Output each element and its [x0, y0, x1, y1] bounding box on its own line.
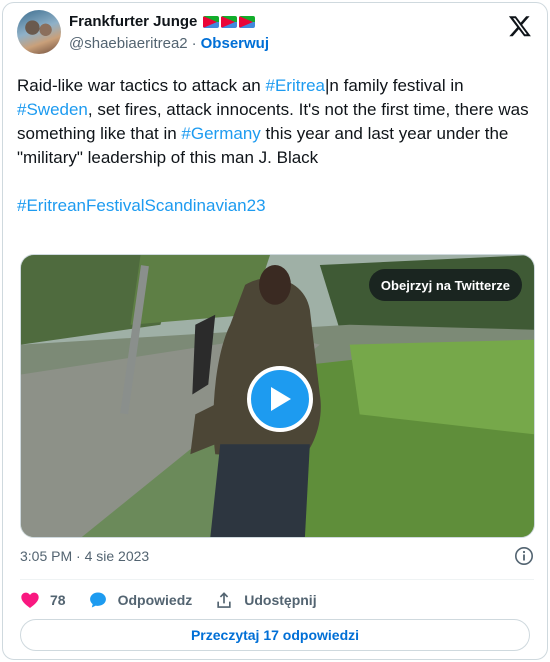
heart-icon	[21, 592, 39, 608]
play-icon	[271, 387, 291, 411]
tweet-actions: 78 Odpowiedz Udostępnij	[20, 588, 339, 612]
tweet-body: Raid-like war tactics to attack an #Erit…	[17, 74, 529, 170]
follow-button[interactable]: Obserwuj	[201, 35, 269, 52]
reply-action[interactable]: Odpowiedz	[88, 590, 193, 610]
play-button[interactable]	[247, 366, 313, 432]
hashtag-link[interactable]: #Sweden	[17, 100, 88, 119]
watch-on-twitter-button[interactable]: Obejrzyj na Twitterze	[368, 269, 522, 301]
hashtag-link[interactable]: #EritreanFestivalScandinavian23	[17, 196, 266, 215]
avatar[interactable]	[17, 10, 61, 54]
share-icon	[217, 592, 231, 608]
flag-emojis	[203, 15, 256, 28]
share-action[interactable]: Udostępnij	[214, 590, 317, 610]
like-count: 78	[50, 592, 66, 608]
separator-dot: ·	[191, 35, 197, 52]
text-part: Raid-like war tactics to attack an	[17, 76, 266, 95]
tweet-text: Raid-like war tactics to attack an #Erit…	[17, 74, 529, 242]
eritrea-flag-icon	[239, 15, 256, 28]
read-replies-button[interactable]: Przeczytaj 17 odpowiedzi	[20, 619, 530, 651]
text-part: |n family festival in	[325, 76, 464, 95]
like-action[interactable]: 78	[20, 590, 66, 610]
hashtag-link[interactable]: #Eritrea	[265, 76, 325, 95]
handle-row: @shaebiaeritrea2 · Obserwuj	[69, 35, 269, 52]
x-logo-icon[interactable]	[508, 14, 532, 38]
hashtag-link[interactable]: #Germany	[181, 124, 260, 143]
video-player[interactable]: Obejrzyj na Twitterze	[20, 254, 535, 538]
tweet-header: Frankfurter Junge @shaebiaeritrea2 · Obs…	[17, 10, 534, 62]
reply-label: Odpowiedz	[117, 592, 193, 608]
reply-bubble-icon	[89, 592, 106, 608]
eritrea-flag-icon	[221, 15, 238, 28]
author-handle[interactable]: @shaebiaeritrea2	[69, 35, 188, 52]
tweet-hashtag-line: #EritreanFestivalScandinavian23	[17, 194, 529, 218]
author-name-row: Frankfurter Junge	[69, 13, 256, 30]
tweet-timestamp[interactable]: 3:05 PM · 4 sie 2023	[20, 548, 149, 564]
eritrea-flag-icon	[203, 15, 220, 28]
divider	[20, 579, 534, 580]
author-name[interactable]: Frankfurter Junge	[69, 13, 197, 30]
share-label: Udostępnij	[244, 592, 317, 608]
info-icon[interactable]	[514, 546, 534, 566]
